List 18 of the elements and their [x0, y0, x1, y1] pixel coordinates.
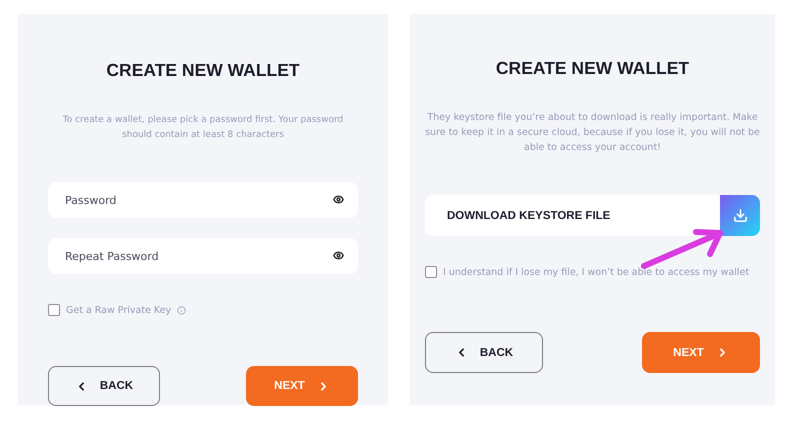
- info-icon[interactable]: [177, 306, 186, 314]
- back-button[interactable]: BACK: [425, 332, 543, 373]
- checkbox-label: Get a Raw Private Key: [66, 304, 172, 316]
- password-field[interactable]: Repeat Password: [48, 238, 358, 274]
- panel-title: CREATE NEW WALLET: [496, 57, 690, 79]
- checkbox-label: I understand if I lose my file, I won’t be able to access my wallet: [443, 266, 750, 278]
- eye-icon[interactable]: [333, 250, 344, 261]
- panel-title: CREATE NEW WALLET: [106, 59, 300, 81]
- download-label: DOWNLOAD KEYSTORE FILE: [447, 210, 610, 222]
- back-button[interactable]: BACK: [48, 366, 160, 406]
- description-text: They keystore file you’re about to download is really important. Make sure to keep it in a secure cloud, because if you lose it, you will not be able to access your account!: [425, 111, 760, 155]
- checkbox[interactable]: [48, 304, 60, 316]
- description-text: To create a wallet, please pick a password first. Your password should contain at least 8 characters: [62, 114, 344, 142]
- eye-icon[interactable]: [333, 194, 344, 205]
- checkbox[interactable]: [425, 266, 437, 278]
- download-button[interactable]: [720, 195, 760, 236]
- download-icon: [732, 208, 748, 223]
- password-field[interactable]: Password: [48, 182, 358, 218]
